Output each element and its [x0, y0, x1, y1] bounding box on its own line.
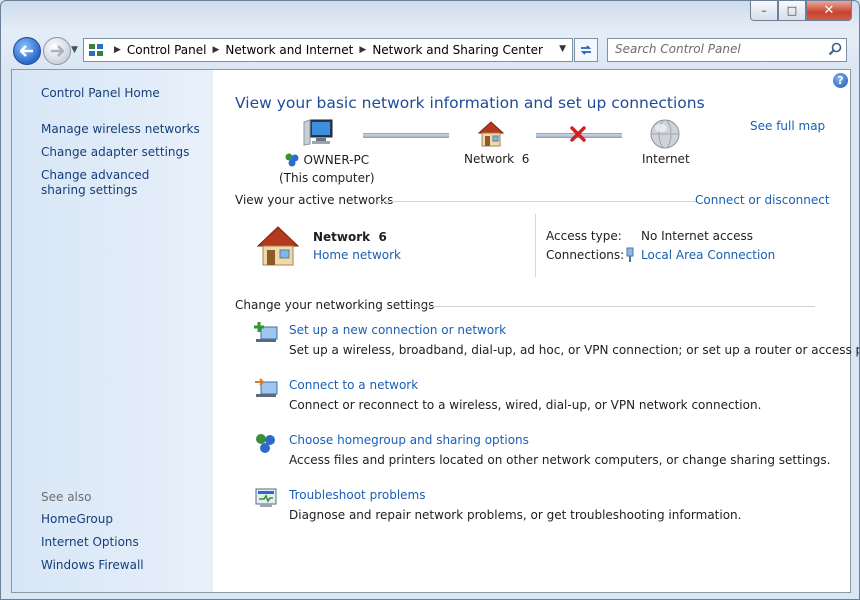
- sidebar-item-homegroup[interactable]: HomeGroup: [41, 512, 113, 527]
- help-icon[interactable]: ?: [833, 73, 848, 88]
- red-x-icon: [570, 126, 586, 142]
- refresh-icon: [580, 45, 592, 55]
- network-node-label: Network 6: [464, 152, 530, 166]
- recent-pages-dropdown[interactable]: ▼: [71, 45, 78, 55]
- task-connect-to-network-desc: Connect or reconnect to a wireless, wire…: [289, 398, 762, 412]
- connections-label: Connections:: [546, 248, 625, 262]
- active-networks-heading: View your active networks: [235, 193, 394, 207]
- internet-node-label: Internet: [642, 152, 690, 166]
- main-panel: ? View your basic network information an…: [213, 70, 859, 592]
- caption-buttons: – □ ✕: [750, 1, 852, 21]
- search-icon[interactable]: [828, 42, 842, 56]
- homegroup-icon: [256, 434, 275, 453]
- breadcrumb-separator[interactable]: ▶: [213, 45, 220, 55]
- task-homegroup-sharing-desc: Access files and printers located on oth…: [289, 453, 831, 467]
- breadcrumb-network-and-sharing-center[interactable]: Network and Sharing Center: [372, 43, 543, 57]
- address-dropdown-icon[interactable]: ▼: [559, 44, 566, 54]
- divider: [535, 214, 536, 277]
- connect-to-network-icon: [255, 378, 278, 397]
- sidebar-item-windows-firewall[interactable]: Windows Firewall: [41, 558, 144, 573]
- sidebar-item-change-advanced-sharing-settings[interactable]: Change advanced sharing settings: [41, 168, 191, 198]
- control-panel-icon: [89, 44, 103, 56]
- minimize-button[interactable]: –: [750, 1, 778, 21]
- divider: [413, 306, 815, 307]
- back-button[interactable]: [13, 37, 41, 65]
- maximize-button[interactable]: □: [778, 1, 806, 21]
- back-arrow-icon: [20, 45, 33, 57]
- homegroup-icon: [285, 153, 299, 167]
- breadcrumb-network-and-internet[interactable]: Network and Internet: [225, 43, 353, 57]
- network-cable-icon: [626, 247, 634, 262]
- computer-name: OWNER-PC: [303, 153, 370, 167]
- change-settings-heading: Change your networking settings: [235, 298, 435, 312]
- new-connection-icon: [254, 322, 278, 342]
- sidebar-item-manage-wireless-networks[interactable]: Manage wireless networks: [41, 122, 200, 137]
- window: – □ ✕ ▼ ▶ Control Panel ▶ Network and In…: [0, 0, 860, 600]
- globe-icon: [650, 119, 680, 149]
- sidebar: Control Panel Home Manage wireless netwo…: [12, 70, 213, 592]
- page-title: View your basic network information and …: [235, 94, 705, 112]
- connect-or-disconnect-link[interactable]: Connect or disconnect: [695, 193, 830, 207]
- task-setup-new-connection-link[interactable]: Set up a new connection or network: [289, 323, 506, 337]
- task-troubleshoot-link[interactable]: Troubleshoot problems: [289, 488, 425, 502]
- forward-button[interactable]: [43, 37, 71, 65]
- home-network-icon: [256, 226, 300, 266]
- local-area-connection-link[interactable]: Local Area Connection: [641, 248, 775, 262]
- home-network-icon: [477, 121, 505, 147]
- see-also-label: See also: [41, 490, 92, 504]
- search-input[interactable]: [608, 39, 815, 59]
- sidebar-item-internet-options[interactable]: Internet Options: [41, 535, 139, 550]
- navigation-bar: ▼ ▶ Control Panel ▶ Network and Internet…: [13, 37, 847, 65]
- forward-arrow-icon: [51, 45, 64, 57]
- computer-subtitle: (This computer): [279, 171, 375, 185]
- computer-to-network-link: [363, 133, 449, 138]
- troubleshoot-icon: [255, 488, 277, 507]
- address-bar[interactable]: ▶ Control Panel ▶ Network and Internet ▶…: [83, 38, 573, 62]
- sidebar-item-change-adapter-settings[interactable]: Change adapter settings: [41, 145, 189, 160]
- refresh-button[interactable]: [574, 38, 598, 62]
- sidebar-item-control-panel-home[interactable]: Control Panel Home: [41, 86, 160, 101]
- divider: [377, 201, 697, 202]
- active-network-name: Network 6: [313, 230, 387, 244]
- breadcrumb-separator[interactable]: ▶: [114, 45, 121, 55]
- access-type-value: No Internet access: [641, 229, 754, 243]
- computer-icon: [303, 119, 333, 146]
- network-type-link[interactable]: Home network: [313, 248, 401, 262]
- computer-node: OWNER-PC (This computer): [279, 152, 375, 185]
- content-area: Control Panel Home Manage wireless netwo…: [11, 69, 859, 593]
- access-type-label: Access type:: [546, 229, 622, 243]
- task-homegroup-sharing-link[interactable]: Choose homegroup and sharing options: [289, 433, 529, 447]
- task-troubleshoot-desc: Diagnose and repair network problems, or…: [289, 508, 742, 522]
- breadcrumb-separator[interactable]: ▶: [359, 45, 366, 55]
- task-connect-to-network-link[interactable]: Connect to a network: [289, 378, 418, 392]
- task-setup-new-connection-desc: Set up a wireless, broadband, dial-up, a…: [289, 343, 860, 357]
- network-map: OWNER-PC (This computer) Network 6 Inter…: [213, 118, 853, 198]
- search-box[interactable]: [607, 38, 847, 62]
- close-button[interactable]: ✕: [806, 1, 852, 21]
- breadcrumb-control-panel[interactable]: Control Panel: [127, 43, 207, 57]
